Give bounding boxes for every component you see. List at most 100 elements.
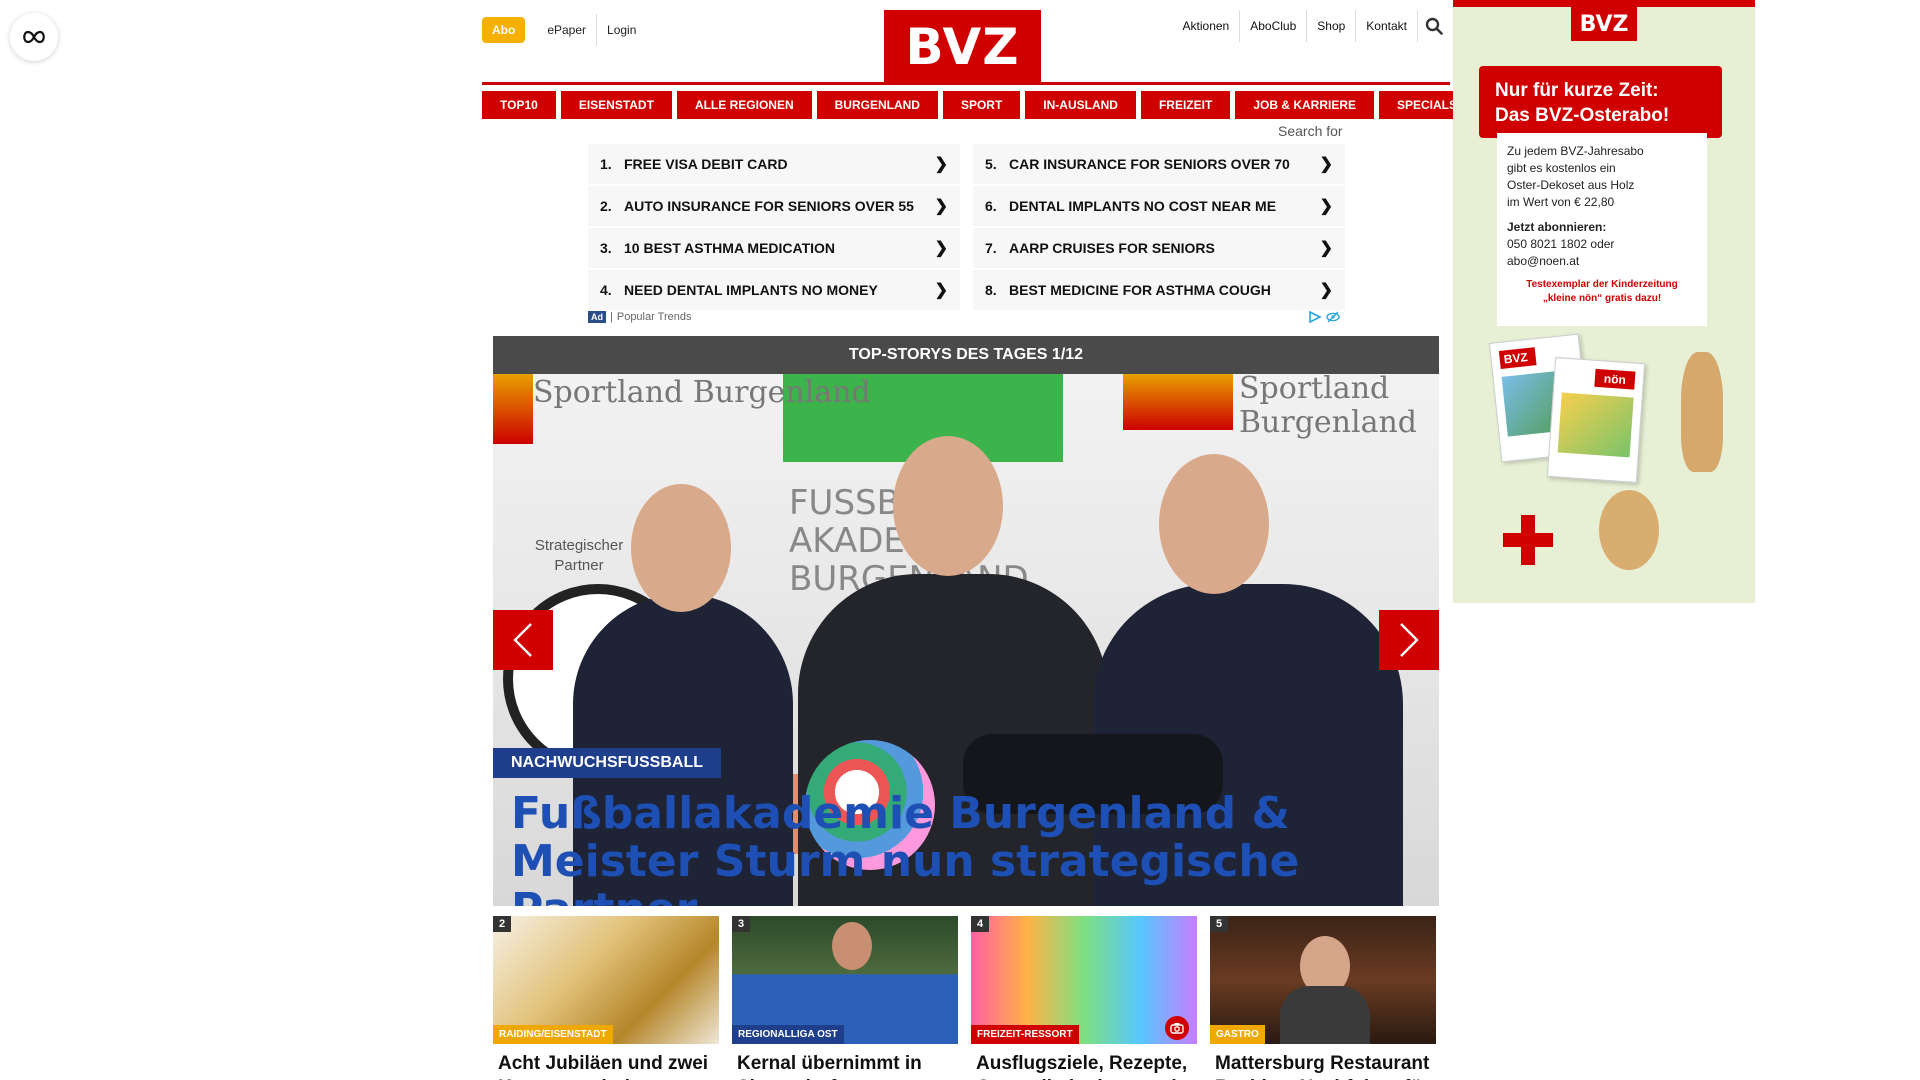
ad-item-number: 2. [600, 198, 612, 214]
next-slide-button[interactable] [1379, 610, 1439, 670]
abo-button[interactable]: Abo [482, 17, 526, 43]
nav-item-job-karriere[interactable]: JOB & KARRIERE [1235, 91, 1374, 119]
nav-item-alle-regionen[interactable]: ALLE REGIONEN [676, 91, 812, 119]
ad-source-label[interactable]: Popular Trends [617, 311, 692, 323]
ad-badge: Ad [588, 311, 606, 323]
nav-item-top10[interactable]: TOP10 [482, 91, 556, 119]
ad-item-label: NEED DENTAL IMPLANTS NO MONEY [624, 282, 878, 298]
story-title[interactable]: Kernal übernimmt in Siegendorf: [732, 1044, 958, 1080]
story-image[interactable]: 3 REGIONALLIGA OST [732, 916, 958, 1044]
story-image[interactable]: 4 FREIZEIT-RESSORT [971, 916, 1197, 1044]
search-icon[interactable] [1418, 10, 1450, 42]
ad-item[interactable]: 4. NEED DENTAL IMPLANTS NO MONEY ❯ [588, 270, 960, 310]
ad-item[interactable]: 2. AUTO INSURANCE FOR SENIORS OVER 55 ❯ [588, 186, 960, 226]
epaper-link[interactable]: ePaper [537, 14, 596, 46]
story-title[interactable]: Ausflugsziele, Rezepte, Gesundheitstipps… [971, 1044, 1197, 1080]
chevron-right-icon: ❯ [934, 282, 948, 299]
nav-item-sport[interactable]: SPORT [942, 91, 1021, 119]
chevron-right-icon: ❯ [1319, 282, 1333, 299]
ad-promo-line-2: „kleine nön“ gratis dazu! [1542, 293, 1662, 304]
ad-newspaper-label: BVZ [1498, 347, 1537, 369]
aktionen-link[interactable]: Aktionen [1173, 10, 1241, 42]
chevron-right-icon [1400, 623, 1419, 657]
ad-item-number: 8. [985, 282, 997, 298]
chevron-right-icon: ❯ [934, 198, 948, 215]
chevron-left-icon [513, 623, 532, 657]
ad-headline-line-1: Nur für kurze Zeit: [1495, 80, 1659, 101]
ad-item-number: 3. [600, 240, 612, 256]
story-rank: 5 [1210, 916, 1229, 932]
ad-item[interactable]: 8. BEST MEDICINE FOR ASTHMA COUGH ❯ [973, 270, 1345, 310]
chevron-right-icon: ❯ [934, 240, 948, 257]
main-nav: TOP10 EISENSTADT ALLE REGIONEN BURGENLAN… [482, 91, 1476, 119]
story-card[interactable]: 2 RAIDING/EISENSTADT Acht Jubiläen und z… [493, 916, 719, 1080]
site-header: Abo ePaper Login BVZ Aktionen AboClub Sh… [482, 0, 1450, 85]
ad-item-label: 10 BEST ASTHMA MEDICATION [624, 240, 836, 256]
hero-slide[interactable]: Sportland Burgenland Sportland Burgenlan… [493, 374, 1439, 906]
ad-kids-newspaper-photo [1557, 392, 1634, 458]
ad-item-label: AARP CRUISES FOR SENIORS [1009, 240, 1215, 256]
bvz-logo[interactable]: BVZ [884, 10, 1041, 84]
story-category-tag[interactable]: RAIDING/EISENSTADT [493, 1025, 613, 1044]
ad-headline: Nur für kurze Zeit: Das BVZ-Osterabo! [1479, 66, 1722, 138]
prev-slide-button[interactable] [493, 610, 553, 670]
wooden-bunny-decoration [1681, 352, 1723, 472]
story-category-tag[interactable]: REGIONALLIGA OST [732, 1025, 844, 1044]
person-center-head [893, 436, 1003, 576]
nav-item-in-ausland[interactable]: IN-AUSLAND [1025, 91, 1136, 119]
nav-item-freizeit[interactable]: FREIZEIT [1140, 91, 1231, 119]
top-links-right: Aktionen AboClub Shop Kontakt [1173, 10, 1450, 42]
ad-phone: 050 8021 1802 oder [1507, 237, 1615, 251]
person-right-head [1159, 454, 1269, 594]
nav-item-burgenland[interactable]: BURGENLAND [816, 91, 938, 119]
ad-item-label: DENTAL IMPLANTS NO COST NEAR ME [1009, 198, 1277, 214]
story-rank: 2 [493, 916, 512, 932]
login-link[interactable]: Login [596, 14, 646, 46]
ad-bvz-logo: BVZ [1571, 7, 1637, 41]
ad-kids-newspaper-image: nön [1546, 357, 1646, 483]
reader-toggle-button[interactable] [10, 13, 58, 61]
story-title[interactable]: Acht Jubiläen und zwei Konzerte mit der [493, 1044, 719, 1080]
story-image[interactable]: 5 GASTRO [1210, 916, 1436, 1044]
side-advertisement[interactable]: BVZ Nur für kurze Zeit: Das BVZ-Osterabo… [1453, 0, 1755, 603]
ad-item-number: 5. [985, 156, 997, 172]
story-category-tag[interactable]: FREIZEIT-RESSORT [971, 1025, 1079, 1044]
ad-top-bar [1453, 0, 1755, 7]
ad-choices[interactable] [1308, 311, 1340, 323]
hide-ad-eye-icon[interactable] [1326, 311, 1340, 323]
story-category-tag[interactable]: GASTRO [1210, 1025, 1265, 1044]
person-left-head [631, 484, 731, 612]
ad-promo-line-1: Testexemplar der Kinderzeitung [1526, 279, 1678, 290]
ad-cta: Jetzt abonnieren: [1507, 220, 1607, 234]
story-card[interactable]: 5 GASTRO Mattersburg Restaurant Reeblax:… [1210, 916, 1436, 1080]
story-card[interactable]: 4 FREIZEIT-RESSORT Ausflugsziele, Rezept… [971, 916, 1197, 1080]
chevron-right-icon: ❯ [1319, 198, 1333, 215]
ad-body-line: Zu jedem BVZ-Jahresabo [1507, 144, 1644, 158]
ad-item[interactable]: 5. CAR INSURANCE FOR SENIORS OVER 70 ❯ [973, 144, 1345, 184]
kontakt-link[interactable]: Kontakt [1356, 10, 1418, 42]
sportland-text-right: Sportland Burgenland [1239, 374, 1417, 440]
ad-item[interactable]: 7. AARP CRUISES FOR SENIORS ❯ [973, 228, 1345, 268]
ad-item-number: 1. [600, 156, 612, 172]
ad-item[interactable]: 3. 10 BEST ASTHMA MEDICATION ❯ [588, 228, 960, 268]
ad-item-label: FREE VISA DEBIT CARD [624, 156, 788, 172]
ad-kids-newspaper-label: nön [1594, 368, 1636, 390]
story-image[interactable]: 2 RAIDING/EISENSTADT [493, 916, 719, 1044]
ad-item[interactable]: 1. FREE VISA DEBIT CARD ❯ [588, 144, 960, 184]
nav-item-eisenstadt[interactable]: EISENSTADT [560, 91, 672, 119]
flag-graphic [493, 374, 533, 444]
story-title[interactable]: Mattersburg Restaurant Reeblax: Nachfolg… [1210, 1044, 1436, 1080]
adchoices-play-icon[interactable] [1308, 311, 1322, 323]
ad-column-left: 1. FREE VISA DEBIT CARD ❯ 2. AUTO INSURANCE… [588, 144, 960, 312]
header-divider [482, 82, 1450, 85]
ad-body-line: gibt es kostenlos ein [1507, 161, 1616, 175]
partner-text: Strategischer Partner [534, 537, 624, 574]
ad-headline-line-2: Das BVZ-Osterabo! [1495, 105, 1670, 126]
story-rank: 4 [971, 916, 990, 932]
hero-category-tag[interactable]: NACHWUCHSFUSSBALL [493, 748, 721, 778]
story-card[interactable]: 3 REGIONALLIGA OST Kernal übernimmt in S… [732, 916, 958, 1080]
aboclub-link[interactable]: AboClub [1240, 10, 1308, 42]
hero-headline[interactable]: Fußballakademie Burgenland & Meister Stu… [511, 790, 1391, 907]
ad-item[interactable]: 6. DENTAL IMPLANTS NO COST NEAR ME ❯ [973, 186, 1345, 226]
shop-link[interactable]: Shop [1307, 10, 1357, 42]
